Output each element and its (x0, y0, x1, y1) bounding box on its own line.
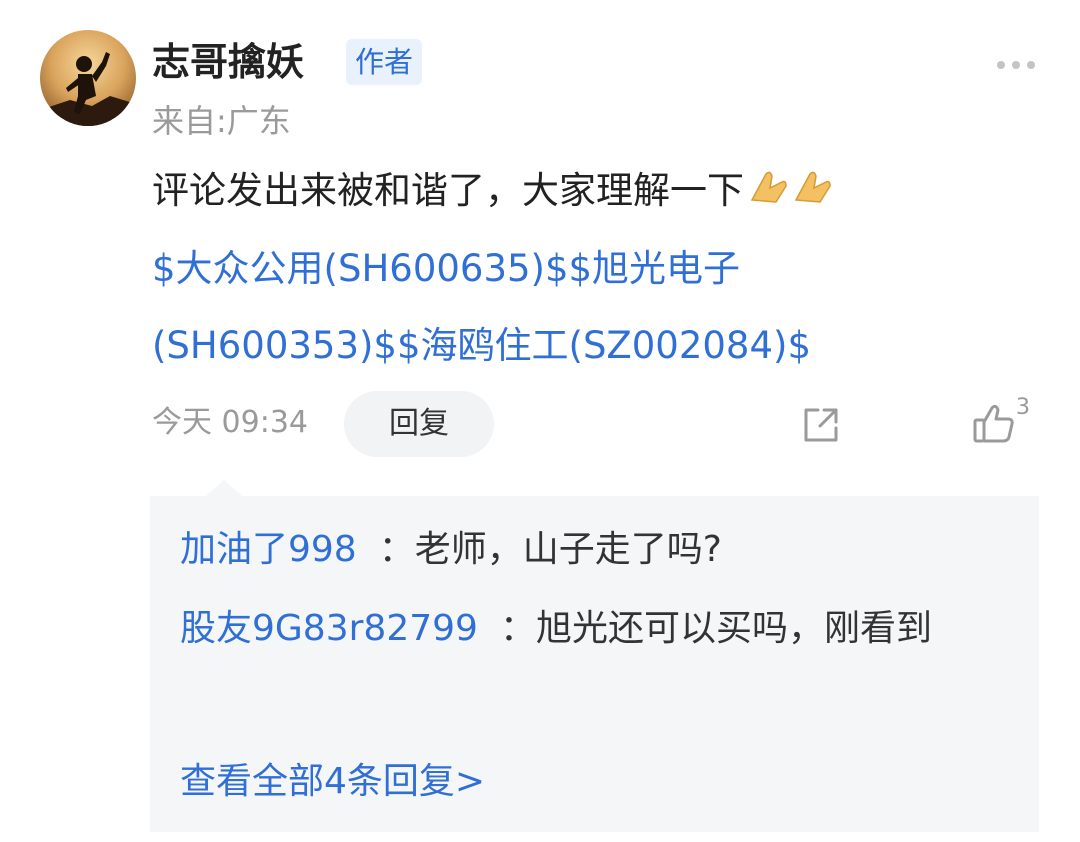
reply-separator: ： (378, 529, 415, 570)
reply-text: 老师，山子走了吗? (414, 529, 722, 570)
reply-item[interactable]: 股友9G83r82799 ：旭光还可以买吗，刚看到 (180, 601, 1020, 657)
location: 来自:广东 (152, 102, 291, 140)
like-count: 3 (1016, 395, 1030, 420)
reply-button[interactable]: 回复 (344, 391, 494, 457)
thumbs-up-icon[interactable] (972, 402, 1016, 444)
reply-author[interactable]: 股友9G83r82799 (180, 608, 478, 649)
comment-text: 评论发出来被和谐了，大家理解一下 (152, 165, 832, 220)
avatar[interactable] (40, 30, 136, 126)
reply-text: 旭光还可以买吗，刚看到 (535, 608, 932, 649)
view-all-replies-link[interactable]: 查看全部4条回复> (180, 756, 485, 808)
stock-links-line-1[interactable]: $大众公用(SH600635)$$旭光电子 (152, 243, 740, 295)
more-dots-icon[interactable] (996, 56, 1036, 69)
timestamp: 今天 09:34 (152, 405, 308, 440)
reply-separator: ： (499, 608, 536, 649)
author-badge: 作者 (346, 39, 423, 85)
share-icon[interactable] (800, 404, 842, 446)
stock-links-line-2[interactable]: (SH600353)$$海鸥住工(SZ002084)$ (152, 320, 811, 372)
reply-author[interactable]: 加油了998 (180, 529, 357, 570)
pray-emoji-icon (748, 166, 832, 220)
reply-item[interactable]: 加油了998 ：老师，山子走了吗? (180, 522, 1020, 578)
comment-body: 评论发出来被和谐了，大家理解一下 (152, 169, 744, 212)
comment-card: 志哥擒妖 作者 来自:广东 评论发出来被和谐了，大家理解一下 $大众公用(SH6… (0, 0, 1080, 842)
username[interactable]: 志哥擒妖 (152, 36, 304, 88)
reply-box-pointer (206, 480, 242, 496)
